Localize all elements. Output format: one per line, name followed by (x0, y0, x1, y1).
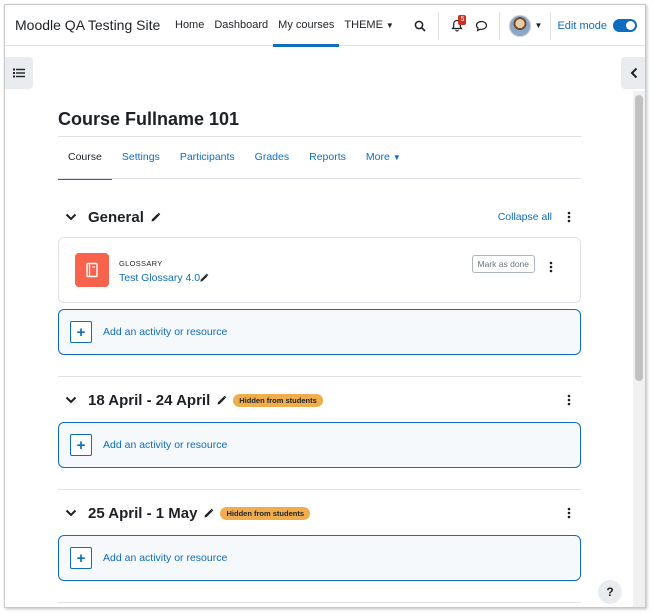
add-activity-label: Add an activity or resource (103, 326, 228, 338)
nav-dashboard-label: Dashboard (214, 19, 269, 31)
navbar-right: 5 ▼ Edit mode (408, 5, 645, 46)
divider (58, 136, 581, 137)
section-title[interactable]: 25 April - 1 May (88, 505, 197, 522)
nav-my-courses-label: My courses (278, 19, 335, 31)
kebab-menu-icon[interactable] (566, 506, 572, 520)
list-icon (13, 68, 25, 78)
collapse-all-link[interactable]: Collapse all (498, 211, 552, 223)
add-activity-label: Add an activity or resource (103, 552, 228, 564)
tab-reports[interactable]: Reports (299, 148, 356, 178)
divider (58, 178, 581, 179)
help-button[interactable]: ? (598, 580, 622, 604)
block-drawer-toggle[interactable] (621, 57, 645, 89)
avatar (508, 14, 531, 37)
pencil-icon[interactable] (216, 395, 227, 406)
nav-theme-label: THEME (344, 19, 383, 31)
pencil-icon[interactable] (199, 273, 209, 283)
scrollbar-thumb[interactable] (635, 95, 643, 381)
section-header-general: General Collapse all (58, 205, 581, 229)
chevron-down-icon: ▼ (392, 153, 401, 162)
add-activity-label: Add an activity or resource (103, 439, 228, 451)
user-menu-toggle[interactable]: ▼ (506, 14, 544, 38)
search-icon (415, 20, 427, 32)
chevron-down-icon[interactable] (64, 506, 78, 520)
tab-grades-label: Grades (254, 151, 290, 163)
edit-mode-label: Edit mode (557, 19, 607, 32)
nav-my-courses[interactable]: My courses (273, 5, 340, 47)
chat-bubble-icon (475, 20, 488, 32)
nav-dashboard[interactable]: Dashboard (209, 5, 273, 46)
mark-as-done-button[interactable]: Mark as done (471, 255, 535, 273)
top-navbar: Moodle QA Testing Site Home Dashboard My… (5, 5, 645, 47)
add-activity-button[interactable]: + Add an activity or resource (58, 422, 581, 468)
activity-type-label: GLOSSARY (119, 259, 163, 268)
secondary-navigation: Course Settings Participants Grades Repo… (58, 148, 411, 180)
plus-icon: + (70, 321, 92, 343)
add-activity-button[interactable]: + Add an activity or resource (58, 535, 581, 581)
plus-icon: + (70, 547, 92, 569)
tab-more-label: More (365, 151, 390, 163)
hidden-from-students-badge: Hidden from students (220, 506, 310, 520)
tab-participants[interactable]: Participants (170, 148, 245, 178)
tab-reports-label: Reports (309, 151, 346, 163)
navbar-divider (438, 11, 440, 40)
kebab-menu-icon[interactable] (566, 393, 572, 407)
navbar-divider (550, 11, 552, 40)
hidden-from-students-badge: Hidden from students (233, 393, 323, 407)
section-header-week-1: 18 April - 24 April Hidden from students (58, 388, 581, 412)
edit-mode-toggle[interactable] (613, 19, 637, 32)
messages-button[interactable] (469, 14, 493, 38)
glossary-activity-icon[interactable] (75, 253, 109, 287)
book-icon (86, 262, 98, 278)
tab-grades[interactable]: Grades (245, 148, 299, 178)
tab-course[interactable]: Course (58, 148, 112, 180)
section-divider (58, 376, 581, 377)
section-divider (58, 489, 581, 490)
notifications-button[interactable]: 5 (445, 14, 469, 38)
kebab-menu-icon[interactable] (548, 260, 554, 274)
nav-home-label: Home (175, 19, 205, 31)
chevron-left-icon (630, 67, 638, 79)
chevron-down-icon: ▼ (534, 21, 543, 30)
search-button[interactable] (408, 14, 432, 38)
pencil-icon[interactable] (203, 508, 214, 519)
tab-settings[interactable]: Settings (112, 148, 170, 178)
page-title: Course Fullname 101 (58, 109, 240, 129)
section-divider (58, 602, 581, 603)
plus-icon: + (70, 434, 92, 456)
add-activity-button[interactable]: + Add an activity or resource (58, 309, 581, 355)
primary-navigation: Home Dashboard My courses THEME ▼ (170, 5, 399, 47)
tab-participants-label: Participants (179, 151, 235, 163)
pencil-icon[interactable] (150, 212, 161, 223)
tab-more[interactable]: More ▼ (356, 148, 411, 178)
kebab-menu-icon[interactable] (566, 210, 572, 224)
activity-name-link[interactable]: Test Glossary 4.0 (119, 272, 200, 284)
chevron-down-icon[interactable] (64, 393, 78, 407)
nav-theme[interactable]: THEME ▼ (339, 5, 398, 46)
tab-settings-label: Settings (121, 151, 160, 163)
activity-card: GLOSSARY Test Glossary 4.0 Mark as done (58, 237, 581, 303)
nav-home[interactable]: Home (170, 5, 209, 46)
section-title[interactable]: General (88, 209, 144, 226)
site-brand[interactable]: Moodle QA Testing Site (15, 17, 165, 33)
chevron-down-icon[interactable] (64, 210, 78, 224)
section-header-week-2: 25 April - 1 May Hidden from students (58, 501, 581, 525)
navbar-divider (499, 11, 501, 40)
browser-viewport: Moodle QA Testing Site Home Dashboard My… (4, 4, 646, 608)
tab-course-label: Course (68, 151, 102, 163)
notification-count-badge: 5 (458, 14, 467, 25)
course-index-drawer-toggle[interactable] (5, 57, 33, 89)
chevron-down-icon: ▼ (385, 20, 394, 30)
section-title[interactable]: 18 April - 24 April (88, 392, 210, 409)
